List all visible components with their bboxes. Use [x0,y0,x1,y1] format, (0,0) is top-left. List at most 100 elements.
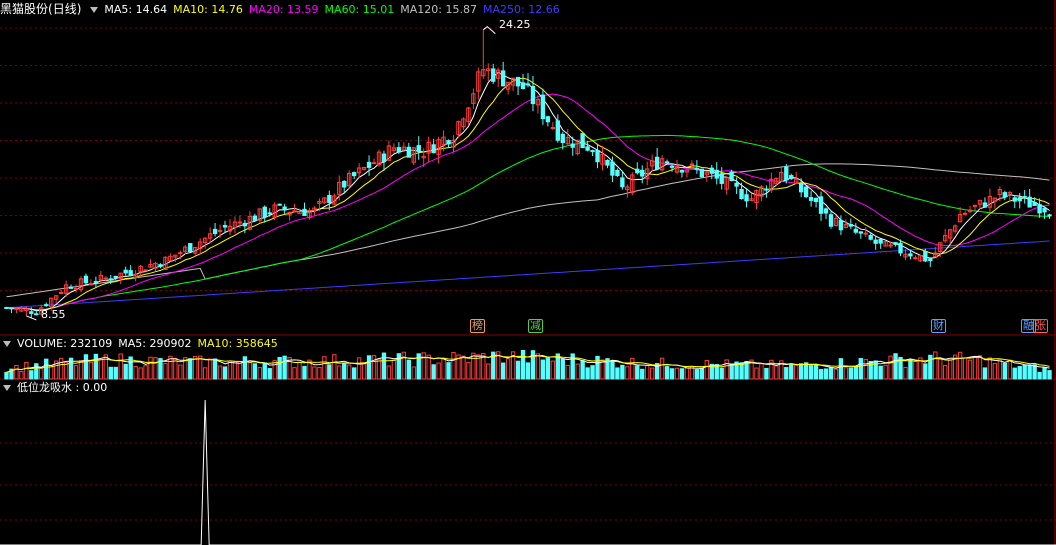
candle-down [327,194,332,203]
candle-down [1042,207,1047,213]
volume-bar [24,361,29,380]
volume-bar [88,361,94,380]
volume-bar [764,367,769,380]
volume-bar [366,355,372,380]
volume-bar [486,363,491,380]
volume-bar [575,363,580,380]
indicator-menu-dropdown-icon[interactable] [3,384,11,391]
volume-menu-dropdown-icon[interactable] [3,340,11,347]
volume-bar [1007,359,1012,380]
candle-down [808,197,814,201]
volume-bar [754,367,759,380]
candle-down [838,219,844,231]
volume-bar [729,363,734,380]
volume-legend-item: MA10: 358645 [197,337,278,350]
volume-bar [337,365,342,380]
event-marker[interactable]: 财 [931,319,946,333]
candle-up [913,257,918,260]
volume-bar [98,358,104,380]
volume-bar [943,364,948,380]
volume-bar [237,360,243,380]
event-marker[interactable]: 张 [1033,319,1048,333]
volume-bar [441,358,446,380]
indicator-signal-line [0,399,1056,545]
candle-down [853,228,858,233]
volume-bar [560,358,565,380]
candle-down [878,238,883,244]
candle-down [545,116,551,123]
candle-down [908,253,913,257]
volume-bar [426,354,431,380]
volume-bar [411,366,416,380]
volume-bar [371,355,377,380]
volume-bar [704,359,709,380]
volume-bar [798,363,804,380]
candle-down [366,161,372,168]
volume-bar [406,359,411,380]
volume-bar [784,367,789,380]
volume-bar [1027,364,1032,380]
volume-bar [838,358,844,380]
volume-bar [163,363,168,380]
volume-bar [202,367,208,380]
volume-bar [888,355,893,380]
event-marker[interactable]: 榜 [470,319,485,333]
candle-down [381,153,387,163]
volume-bar [446,362,451,380]
candle-down [719,173,724,184]
volume-bar [933,351,938,380]
candle-down [595,149,600,163]
volume-bar [34,363,39,380]
volume-bar [630,357,635,380]
volume-bar [386,365,392,380]
volume-bar [962,357,968,380]
candle-down [520,82,526,89]
volume-bar [1032,364,1037,380]
candle-down [500,70,506,87]
volume-bar [878,365,883,380]
volume-bar [19,370,24,380]
candle-down [1037,204,1042,214]
stock-chart[interactable] [0,0,1056,545]
candle-down [342,180,347,188]
candle-down [813,197,819,203]
volume-bar [49,365,54,380]
volume-bar [659,357,665,380]
candle-down [158,264,163,267]
volume-bar [540,359,546,380]
volume-bar [148,356,153,380]
candle-down [1022,196,1027,199]
volume-bar [893,353,898,380]
volume-bar [789,363,794,380]
volume-bar [401,351,407,380]
volume-bar [351,367,357,380]
volume-bar [595,355,600,380]
candle-down [640,169,645,177]
event-marker[interactable]: 减 [528,319,543,333]
candle-down [734,182,739,187]
volume-bar [297,361,302,380]
volume-bar [1022,365,1027,380]
volume-bar [938,358,943,380]
volume-bar [997,358,1003,380]
volume-bar [29,370,34,380]
ma20-line [6,93,1050,311]
volume-bar [669,368,675,380]
candle-down [664,161,670,164]
high-marker-line [482,26,496,35]
candle-down [605,159,610,166]
volume-bar [471,352,476,380]
candle-up [178,252,183,255]
volume-bar [913,360,918,380]
candle-down [34,313,39,316]
candle-down [252,215,258,221]
ma120-line [6,163,1050,298]
volume-bar [674,367,680,380]
volume-bar [1042,367,1047,380]
volume-bar [774,365,779,380]
volume-bar [143,365,148,380]
volume-bar [505,358,511,380]
volume-bar [178,364,183,380]
volume-legend-item: VOLUME: 232109 [17,337,113,350]
candle-down [9,307,14,310]
